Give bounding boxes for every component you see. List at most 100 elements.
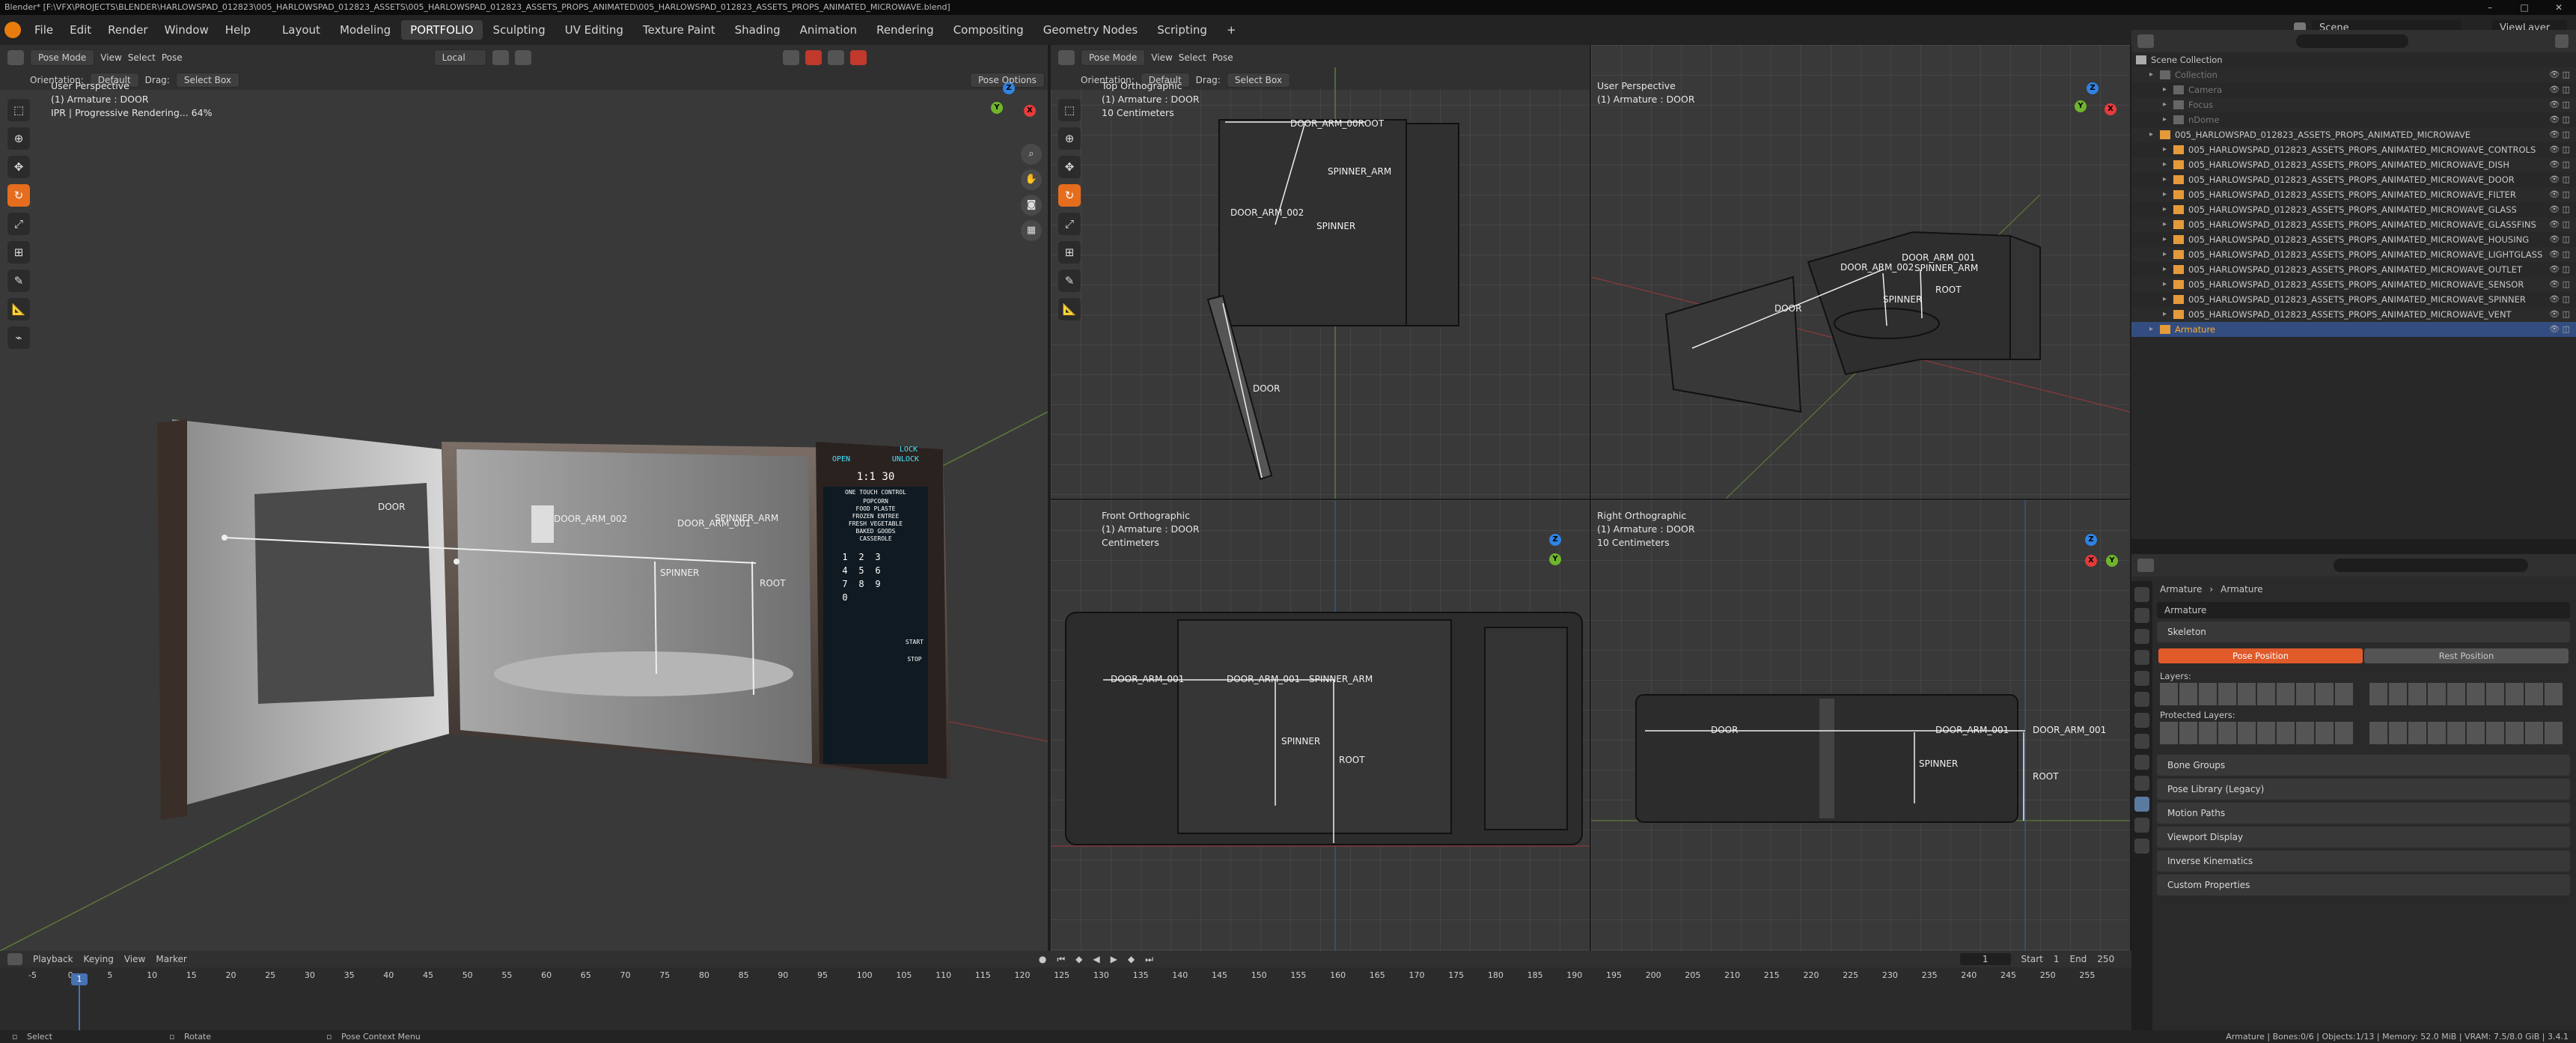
tab-modeling[interactable]: Modeling bbox=[331, 20, 400, 40]
close-button[interactable]: ✕ bbox=[2542, 0, 2576, 15]
proportional-button[interactable] bbox=[514, 50, 531, 65]
visibility-toggle-icon[interactable]: 👁 ◫ bbox=[2549, 127, 2576, 142]
expand-arrow-icon[interactable]: ▸ bbox=[2163, 277, 2173, 292]
properties-section-header[interactable]: Bone Groups bbox=[2157, 755, 2570, 776]
expand-arrow-icon[interactable]: ▸ bbox=[2163, 97, 2173, 112]
lock-label[interactable]: LOCK bbox=[823, 446, 928, 454]
properties-search[interactable] bbox=[2334, 559, 2528, 572]
expand-arrow-icon[interactable]: ▸ bbox=[2163, 217, 2173, 232]
menu-view[interactable]: View bbox=[100, 52, 121, 63]
texture-tab-icon[interactable] bbox=[2134, 839, 2149, 854]
key-7[interactable]: 7 bbox=[838, 579, 852, 589]
right-ortho-viewport[interactable]: Right Orthographic (1) Armature : DOOR 1… bbox=[1591, 500, 2130, 951]
expand-arrow-icon[interactable]: ▸ bbox=[2163, 292, 2173, 307]
overlay-button[interactable] bbox=[782, 50, 799, 65]
perspective-viewport-2[interactable]: User Perspective (1) Armature : DOOR Z X… bbox=[1591, 45, 2130, 499]
visibility-toggle-icon[interactable]: 👁 ◫ bbox=[2549, 82, 2576, 97]
outliner-search-icon[interactable] bbox=[2296, 34, 2408, 48]
key-3[interactable]: 3 bbox=[871, 552, 885, 562]
outliner-item[interactable]: ▸ Armature 👁 ◫ bbox=[2131, 322, 2576, 337]
tab-sculpting[interactable]: Sculpting bbox=[484, 20, 555, 40]
key-6[interactable]: 6 bbox=[871, 565, 885, 576]
editor-type-button[interactable] bbox=[7, 50, 24, 65]
expand-arrow-icon[interactable]: ▸ bbox=[2163, 262, 2173, 277]
top-ortho-viewport[interactable]: Pose Mode View Select Pose Orientation: … bbox=[1051, 45, 1590, 499]
expand-arrow-icon[interactable]: ▸ bbox=[2163, 187, 2173, 202]
object-tab-icon[interactable] bbox=[2134, 734, 2149, 749]
preset-button[interactable]: POPCORN bbox=[835, 498, 916, 505]
add-workspace-button[interactable]: + bbox=[1218, 20, 1245, 40]
key-1[interactable]: 1 bbox=[838, 552, 852, 562]
preset-button[interactable]: BAKED GOODS bbox=[835, 528, 916, 535]
outliner-item[interactable]: ▸ nDome 👁 ◫ bbox=[2131, 112, 2576, 127]
properties-section-header[interactable]: Motion Paths bbox=[2157, 803, 2570, 824]
tab-scripting[interactable]: Scripting bbox=[1148, 20, 1216, 40]
visibility-toggle-icon[interactable]: 👁 ◫ bbox=[2549, 157, 2576, 172]
expand-arrow-icon[interactable]: ▸ bbox=[2149, 322, 2160, 337]
tab-layout[interactable]: Layout bbox=[273, 20, 329, 40]
outliner-item[interactable]: ▸ 005_HARLOWSPAD_012823_ASSETS_PROPS_ANIM… bbox=[2131, 232, 2576, 247]
tab-shading[interactable]: Shading bbox=[726, 20, 790, 40]
tab-geometry-nodes[interactable]: Geometry Nodes bbox=[1034, 20, 1147, 40]
tab-compositing[interactable]: Compositing bbox=[944, 20, 1033, 40]
menu-pose[interactable]: Pose bbox=[162, 52, 183, 63]
expand-arrow-icon[interactable]: ▸ bbox=[2163, 172, 2173, 187]
visibility-toggle-icon[interactable]: 👁 ◫ bbox=[2549, 307, 2576, 322]
outliner-item[interactable]: ▸ 005_HARLOWSPAD_012823_ASSETS_PROPS_ANIM… bbox=[2131, 277, 2576, 292]
xray-button[interactable] bbox=[805, 50, 822, 65]
outliner[interactable]: Scene Collection ▸ Collection 👁 ◫ ▸ Camera 👁 … bbox=[2131, 30, 2576, 539]
properties-section-header[interactable]: Inverse Kinematics bbox=[2157, 851, 2570, 872]
visibility-toggle-icon[interactable]: 👁 ◫ bbox=[2549, 217, 2576, 232]
rest-position-button[interactable]: Rest Position bbox=[2364, 648, 2569, 663]
stop-button[interactable]: STOP bbox=[906, 656, 924, 663]
outliner-item[interactable]: ▸ 005_HARLOWSPAD_012823_ASSETS_PROPS_ANIM… bbox=[2131, 292, 2576, 307]
output-tab-icon[interactable] bbox=[2134, 629, 2149, 644]
expand-arrow-icon[interactable]: ▸ bbox=[2163, 202, 2173, 217]
timeline-ruler[interactable]: -505101520253035404550556065707580859095… bbox=[0, 951, 2131, 1030]
expand-arrow-icon[interactable]: ▸ bbox=[2163, 157, 2173, 172]
menu-select[interactable]: Select bbox=[128, 52, 156, 63]
outliner-item[interactable]: ▸ 005_HARLOWSPAD_012823_ASSETS_PROPS_ANIM… bbox=[2131, 262, 2576, 277]
preset-button[interactable]: CASSEROLE bbox=[835, 535, 916, 542]
visibility-toggle-icon[interactable]: 👁 ◫ bbox=[2549, 247, 2576, 262]
menu-edit[interactable]: Edit bbox=[62, 20, 99, 40]
snap-button[interactable] bbox=[492, 50, 509, 65]
outliner-item[interactable]: ▸ 005_HARLOWSPAD_012823_ASSETS_PROPS_ANIM… bbox=[2131, 187, 2576, 202]
key-9[interactable]: 9 bbox=[871, 579, 885, 589]
transform-orientation-selector[interactable]: Local bbox=[433, 49, 486, 66]
world-tab-icon[interactable] bbox=[2134, 692, 2149, 707]
front-ortho-viewport[interactable]: Front Orthographic (1) Armature : DOOR C… bbox=[1051, 500, 1590, 951]
properties-section-header[interactable]: Viewport Display bbox=[2157, 827, 2570, 848]
visibility-toggle-icon[interactable]: 👁 ◫ bbox=[2549, 322, 2576, 337]
mode-selector[interactable]: Pose Mode bbox=[30, 49, 95, 66]
armature-name-field[interactable]: Armature bbox=[2157, 602, 2570, 618]
tab-portfolio[interactable]: PORTFOLIO bbox=[401, 20, 483, 40]
visibility-toggle-icon[interactable]: 👁 ◫ bbox=[2549, 277, 2576, 292]
preset-button[interactable]: FROZEN ENTREE bbox=[835, 513, 916, 520]
visibility-toggle-icon[interactable]: 👁 ◫ bbox=[2549, 292, 2576, 307]
scene-tab-icon[interactable] bbox=[2134, 671, 2149, 686]
protected-layer-grid[interactable] bbox=[2157, 722, 2570, 752]
modifier-tab-icon[interactable] bbox=[2134, 755, 2149, 770]
bone-tab-icon[interactable] bbox=[2134, 818, 2149, 833]
menu-file[interactable]: File bbox=[27, 20, 61, 40]
outliner-item[interactable]: ▸ 005_HARLOWSPAD_012823_ASSETS_PROPS_ANIM… bbox=[2131, 157, 2576, 172]
preset-button[interactable]: FRESH VEGETABLE bbox=[835, 520, 916, 527]
outliner-item[interactable]: ▸ 005_HARLOWSPAD_012823_ASSETS_PROPS_ANIM… bbox=[2131, 172, 2576, 187]
visibility-toggle-icon[interactable]: 👁 ◫ bbox=[2549, 172, 2576, 187]
open-button[interactable]: OPEN bbox=[832, 455, 850, 463]
properties-editor-icon[interactable] bbox=[2137, 559, 2154, 572]
visibility-toggle-icon[interactable]: 👁 ◫ bbox=[2549, 67, 2576, 82]
outliner-item[interactable]: ▸ 005_HARLOWSPAD_012823_ASSETS_PROPS_ANIM… bbox=[2131, 142, 2576, 157]
visibility-toggle-icon[interactable]: 👁 ◫ bbox=[2549, 97, 2576, 112]
tab-texture-paint[interactable]: Texture Paint bbox=[634, 20, 724, 40]
playhead[interactable]: 1 bbox=[71, 973, 88, 985]
layer-grid[interactable] bbox=[2157, 683, 2570, 705]
visibility-toggle-icon[interactable]: 👁 ◫ bbox=[2549, 202, 2576, 217]
outliner-item[interactable]: ▸ Focus 👁 ◫ bbox=[2131, 97, 2576, 112]
expand-arrow-icon[interactable]: ▸ bbox=[2163, 112, 2173, 127]
visibility-toggle-icon[interactable]: 👁 ◫ bbox=[2549, 262, 2576, 277]
properties-section-header[interactable]: Custom Properties bbox=[2157, 875, 2570, 895]
tool-tab-icon[interactable] bbox=[2134, 587, 2149, 602]
visibility-toggle-icon[interactable]: 👁 ◫ bbox=[2549, 112, 2576, 127]
